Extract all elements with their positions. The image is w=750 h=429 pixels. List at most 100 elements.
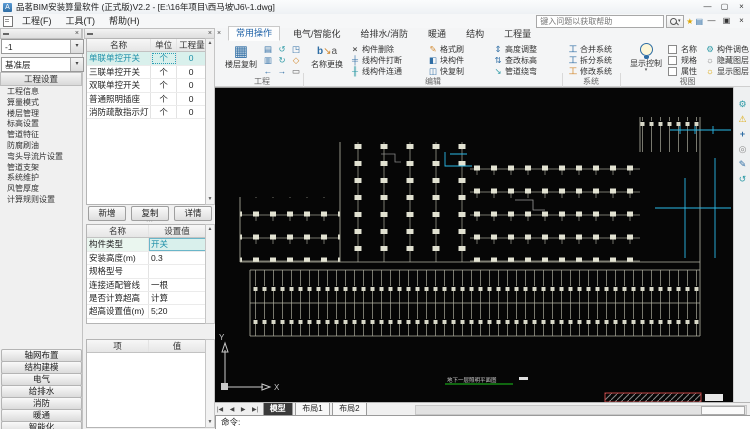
window-icon[interactable]: ◳ — [291, 45, 301, 54]
prop-value[interactable] — [149, 265, 206, 277]
item-value-scrollbar[interactable]: ▼ — [205, 339, 215, 428]
tab-plumbing-fire[interactable]: 给排水/消防 — [354, 28, 416, 41]
maximize-button[interactable]: ▢ — [716, 1, 733, 13]
find-icon[interactable]: ▥ — [263, 56, 273, 65]
floor-copy-button[interactable]: ▦ 楼层复制 — [222, 44, 260, 69]
diamond-icon[interactable]: ◇ — [291, 56, 301, 65]
property-row[interactable]: 超高设置值(m) 5;20 — [87, 305, 206, 318]
table-row[interactable]: 消防疏散指示灯 个 0 — [87, 106, 206, 119]
settings-item-pipe-feature[interactable]: 管道特征 — [0, 130, 82, 141]
checkbox-spec[interactable]: 规格 — [668, 56, 697, 66]
mdi-close-button[interactable]: × — [735, 15, 748, 27]
chevron-down-icon[interactable]: ▾ — [70, 58, 83, 71]
save-icon[interactable]: ▤ — [263, 45, 273, 54]
component-delete[interactable]: × 构件删除 — [350, 45, 394, 55]
mdi-minimize-button[interactable]: — — [705, 15, 718, 27]
settings-item-duct-thickness[interactable]: 风管厚度 — [0, 184, 82, 195]
menu-project[interactable]: 工程(F) — [15, 15, 59, 28]
settings-item-calc-rules[interactable]: 计算规则设置 — [0, 195, 82, 206]
property-row[interactable]: 连接适配管线 一根 — [87, 279, 206, 292]
panel-minimize-icon[interactable] — [87, 33, 93, 35]
col-value[interactable]: 值 — [149, 340, 206, 352]
settings-item-floor-manage[interactable]: 楼层管理 — [0, 109, 82, 120]
display-control-button[interactable]: 显示控制 ▾ — [627, 43, 665, 73]
line-break[interactable]: ╪ 线构件打断 — [350, 56, 402, 66]
tab-quantity[interactable]: 工程量 — [497, 28, 538, 41]
col-prop-value[interactable]: 设置值 — [149, 225, 206, 237]
scroll-down-icon[interactable]: ▼ — [206, 195, 214, 203]
undo-icon[interactable]: ↺ — [277, 45, 287, 54]
components-scrollbar[interactable]: ▲ ▼ — [205, 38, 215, 205]
panel-close-icon[interactable]: × — [75, 30, 79, 37]
property-row[interactable]: 是否计算超高 计算 — [87, 292, 206, 305]
prop-value[interactable]: 0.3 — [149, 252, 206, 264]
col-prop-name[interactable]: 名称 — [87, 225, 149, 237]
scroll-up-icon[interactable]: ▲ — [206, 225, 214, 233]
col-name[interactable]: 名称 — [87, 39, 151, 51]
hide-layer[interactable]: ☼ 隐藏图层 — [705, 56, 749, 66]
pan-left-icon[interactable]: ← — [263, 67, 273, 76]
settings-item-pipe-support[interactable]: 管道支架 — [0, 163, 82, 174]
menu-tools[interactable]: 工具(T) — [59, 15, 103, 28]
level-dropdown[interactable]: -1 ▾ — [1, 39, 84, 54]
settings-item-system-maintain[interactable]: 系统维护 — [0, 173, 82, 184]
split-system[interactable]: 工 拆分系统 — [568, 56, 612, 66]
elevation-edit[interactable]: ⇅ 查改标高 — [493, 56, 537, 66]
cad-canvas[interactable]: 地下一层照明平面图 Y X — [215, 87, 733, 403]
col-quantity[interactable]: 工程量 — [177, 39, 206, 51]
document-icon[interactable] — [3, 16, 13, 27]
command-line[interactable]: 命令: — [215, 415, 750, 429]
property-row[interactable]: 规格型号 — [87, 265, 206, 278]
settings-item-anticorrosion[interactable]: 防腐刷油 — [0, 141, 82, 152]
checkbox-icon[interactable] — [668, 45, 677, 54]
chevron-down-icon[interactable]: ▾ — [70, 40, 83, 53]
layer-dropdown[interactable]: 基准层 ▾ — [1, 57, 84, 72]
tab-electrical[interactable]: 电气/智能化 — [286, 28, 348, 41]
block-component[interactable]: ◧ 块构件 — [428, 56, 464, 66]
favorites-icon[interactable]: ★ — [686, 16, 693, 27]
pan-right-icon[interactable]: → — [277, 67, 287, 76]
menu-help[interactable]: 帮助(H) — [102, 15, 147, 28]
prop-value[interactable]: 一根 — [149, 279, 206, 291]
search-button[interactable]: ▾ — [666, 15, 684, 28]
settings-item-quantity-mode[interactable]: 算量模式 — [0, 98, 82, 109]
list-icon[interactable]: ▤ — [695, 16, 703, 27]
settings-item-project-info[interactable]: 工程信息 — [0, 87, 82, 98]
refresh-icon[interactable]: ↺ — [734, 172, 750, 187]
merge-system[interactable]: 工 合并系统 — [568, 45, 612, 55]
nav-intelligent[interactable]: 智能化 — [1, 421, 82, 429]
tab-structure[interactable]: 结构 — [459, 28, 491, 41]
settings-item-elevation[interactable]: 标高设置 — [0, 119, 82, 130]
help-search-input[interactable] — [536, 15, 664, 28]
checkbox-icon[interactable] — [668, 56, 677, 65]
height-adjust[interactable]: ⇕ 高度调整 — [493, 45, 537, 55]
format-painter[interactable]: ✎ 格式刷 — [428, 45, 464, 55]
h-scrollbar-thumb[interactable] — [701, 406, 745, 415]
property-row[interactable]: 构件类型 开关 — [87, 238, 206, 251]
scroll-down-icon[interactable]: ▼ — [206, 418, 214, 426]
checkbox-name[interactable]: 名称 — [668, 45, 697, 55]
warning-icon[interactable]: ⚠ — [734, 112, 750, 127]
move-icon[interactable]: + — [734, 127, 750, 142]
panel-minimize-icon[interactable] — [3, 33, 9, 35]
table-row[interactable]: 单联单控开关 个 0 — [87, 52, 206, 65]
gear-icon[interactable]: ⚙ — [734, 97, 750, 112]
tab-common-ops[interactable]: 常用操作 — [228, 26, 280, 41]
property-row[interactable]: 安装高度(m) 0.3 — [87, 252, 206, 265]
property-scrollbar[interactable]: ▲ — [205, 224, 215, 324]
h-scrollbar[interactable] — [415, 405, 747, 415]
table-row[interactable]: 三联单控开关 个 0 — [87, 66, 206, 79]
target-icon[interactable]: ◎ — [734, 142, 750, 157]
close-button[interactable]: × — [733, 1, 750, 13]
pen-icon[interactable]: ✎ — [734, 157, 750, 172]
component-palette[interactable]: ⚙ 构件调色 — [705, 45, 749, 55]
scroll-up-icon[interactable]: ▲ — [206, 39, 214, 47]
zoom-window-icon[interactable]: ▭ — [291, 67, 301, 76]
col-unit[interactable]: 单位 — [151, 39, 177, 51]
table-row[interactable]: 双联单控开关 个 0 — [87, 79, 206, 92]
panel-close-icon[interactable]: × — [208, 30, 212, 37]
minimize-button[interactable]: — — [699, 1, 716, 13]
name-replace-button[interactable]: b↘a 名称更换 — [308, 44, 346, 69]
prop-value[interactable]: 5;20 — [149, 305, 206, 317]
prop-value[interactable]: 开关 — [149, 238, 206, 250]
